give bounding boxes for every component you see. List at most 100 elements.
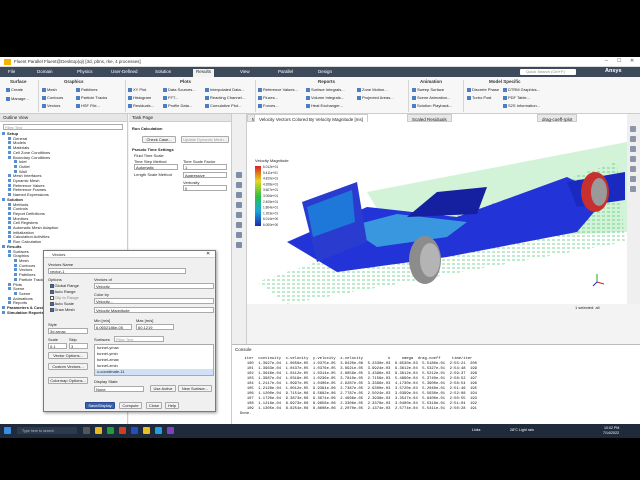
pointer-icon[interactable] <box>236 172 242 178</box>
plots-histogram-button[interactable]: Histogram <box>128 95 151 100</box>
color-by-select[interactable]: Velocity... <box>94 298 214 304</box>
edge-icon[interactable] <box>155 427 162 434</box>
checkbox-icon[interactable] <box>50 308 54 312</box>
new-surface-button[interactable]: New Surface... <box>178 385 212 392</box>
animation-playback-button[interactable]: Solution Playback... <box>412 103 452 108</box>
checkbox-icon[interactable] <box>50 290 54 294</box>
checkbox-icon[interactable] <box>50 302 54 306</box>
view-top-icon[interactable] <box>630 156 636 162</box>
dtrm-graphics-button[interactable]: DTRM Graphics... <box>503 87 540 92</box>
pan-icon[interactable] <box>236 192 242 198</box>
color-by-sub-select[interactable]: Velocity Magnitude <box>94 307 214 313</box>
reports-heat-exchanger-button[interactable]: Heat Exchanger... <box>306 103 343 108</box>
clock-date[interactable]: 7/14/2022 <box>603 431 619 435</box>
menu-view[interactable]: View <box>240 69 250 74</box>
update-dynamic-mesh-button[interactable]: Update Dynamic Mesh... <box>181 136 229 143</box>
dialog-close-icon[interactable]: ✕ <box>206 251 210 257</box>
powerpoint-icon[interactable] <box>119 427 126 434</box>
task-view-icon[interactable] <box>83 427 90 434</box>
surface-create-button[interactable]: Create <box>6 87 23 92</box>
scale-input[interactable]: 0.1 <box>48 343 67 349</box>
reports-reference-values-button[interactable]: Reference Values... <box>258 87 298 92</box>
clock-time[interactable]: 10:02 PM <box>604 426 619 430</box>
custom-vectors-button[interactable]: Custom Vectors... <box>48 363 88 370</box>
vectors-of-select[interactable]: Velocity <box>94 283 214 289</box>
fit-icon[interactable] <box>236 222 242 228</box>
check-case-button[interactable]: Check Case... <box>142 136 176 143</box>
weather-widget[interactable]: 28°C Light rain <box>510 428 534 432</box>
tab-scaled-residuals[interactable]: Scaled Residuals <box>407 114 452 122</box>
menu-solution[interactable]: Solution <box>155 69 171 74</box>
help-button[interactable]: Help <box>165 402 179 409</box>
reports-projected-areas-button[interactable]: Projected Areas... <box>357 95 394 100</box>
plots-fft-button[interactable]: FFT... <box>163 95 178 100</box>
surface-manage-button[interactable]: Manage... <box>6 96 29 101</box>
surfaces-list[interactable]: tunnel-ymax tunnel-ymin tunnel-zmax tunnel-… <box>94 344 214 376</box>
zoom-icon[interactable] <box>236 202 242 208</box>
menu-results[interactable]: Results <box>193 69 215 77</box>
view-back-icon[interactable] <box>630 146 636 152</box>
minimize-icon[interactable]: – <box>605 58 608 64</box>
surfaces-filter-input[interactable]: Filter Text <box>114 336 164 342</box>
turbo-post-button[interactable]: Turbo Post <box>467 95 491 100</box>
pdf-table-button[interactable]: PDF Table... <box>503 95 530 100</box>
view-isometric-icon[interactable] <box>630 126 636 132</box>
use-active-button[interactable]: Use Active <box>150 385 176 392</box>
plots-profile-data-button[interactable]: Profile Data... <box>163 103 192 108</box>
graphics-mesh-button[interactable]: Mesh <box>42 87 57 92</box>
verbosity-input[interactable]: 0 <box>183 185 227 191</box>
animation-sweep-button[interactable]: Sweep Surface <box>412 87 444 92</box>
vector-options-button[interactable]: Vector Options... <box>48 352 88 359</box>
graphics-contours-button[interactable]: Contours <box>42 95 63 100</box>
plots-residuals-button[interactable]: Residuals... <box>128 103 154 108</box>
graphics-window[interactable]: Mesh Velocity Vectors Colored By Velocit… <box>247 114 627 304</box>
display-state-select[interactable]: None <box>94 386 144 392</box>
plots-cumulative-button[interactable]: Cumulative Plot... <box>205 103 241 108</box>
tab-velocity-vectors[interactable]: Velocity Vectors Colored By Velocity Mag… <box>254 114 369 122</box>
close-icon[interactable]: ✕ <box>630 58 634 64</box>
vectors-name-input[interactable]: vector-1 <box>48 268 186 274</box>
view-left-icon[interactable] <box>630 176 636 182</box>
tab-drag-coeff-rplot[interactable]: drag-coeff-rplot <box>537 114 578 122</box>
length-scale-method-select[interactable]: Aggressive <box>183 172 227 178</box>
app-icon[interactable] <box>167 427 174 434</box>
time-scale-factor-input[interactable]: 1 <box>183 164 227 170</box>
plots-interpolated-button[interactable]: Interpolated Data... <box>205 87 244 92</box>
reports-forces-button[interactable]: Forces... <box>258 103 279 108</box>
plots-reacting-channel-button[interactable]: Reacting Channel... <box>205 95 245 100</box>
option-checkbox[interactable]: Draw Mesh <box>50 307 79 313</box>
plots-xy-button[interactable]: XY Plot <box>128 87 146 92</box>
menu-file[interactable]: File <box>8 69 15 74</box>
word-icon[interactable] <box>131 427 138 434</box>
reports-fluxes-button[interactable]: Fluxes... <box>258 95 278 100</box>
plots-data-sources-button[interactable]: Data Sources... <box>163 87 196 92</box>
checkbox-icon[interactable] <box>50 296 54 300</box>
discrete-phase-button[interactable]: Discrete Phase <box>467 87 499 92</box>
compute-button[interactable]: Compute <box>119 402 142 409</box>
taskbar-links[interactable]: Links <box>472 428 480 432</box>
rotate-icon[interactable] <box>236 182 242 188</box>
quick-search-input[interactable]: Quick Search (Ctrl+F) <box>520 69 576 75</box>
fluent-taskbar-icon[interactable] <box>143 427 150 434</box>
s2s-information-button[interactable]: S2S Information... <box>503 103 540 108</box>
console-panel[interactable]: Console iter continuity x-velocity y-vel… <box>232 344 640 424</box>
menu-physics[interactable]: Physics <box>77 69 93 74</box>
reports-volume-integrals-button[interactable]: Volume Integrals... <box>306 95 344 100</box>
outline-filter-input[interactable]: Filter Text <box>3 124 123 130</box>
graphics-pathlines-button[interactable]: Pathlines <box>76 87 97 92</box>
graphics-particle-tracks-button[interactable]: Particle Tracks <box>76 95 107 100</box>
reports-zone-motion-button[interactable]: Zone Motion... <box>357 87 388 92</box>
zoom-box-icon[interactable] <box>236 212 242 218</box>
checkbox-icon[interactable] <box>50 284 54 288</box>
skip-input[interactable]: 3 <box>69 343 88 349</box>
time-step-method-select[interactable]: Automatic <box>134 164 178 170</box>
save-display-button[interactable]: Save/Display <box>85 402 115 409</box>
view-right-icon[interactable] <box>630 186 636 192</box>
menu-user-defined[interactable]: User-Defined <box>111 69 138 74</box>
view-bottom-icon[interactable] <box>630 166 636 172</box>
graphics-hsf-button[interactable]: HSF File... <box>76 103 100 108</box>
surface-list-item[interactable]: x-coordinate-11 <box>95 369 213 375</box>
probe-icon[interactable] <box>236 232 242 238</box>
style-select[interactable]: 3d arrow <box>48 328 88 334</box>
view-front-icon[interactable] <box>630 136 636 142</box>
